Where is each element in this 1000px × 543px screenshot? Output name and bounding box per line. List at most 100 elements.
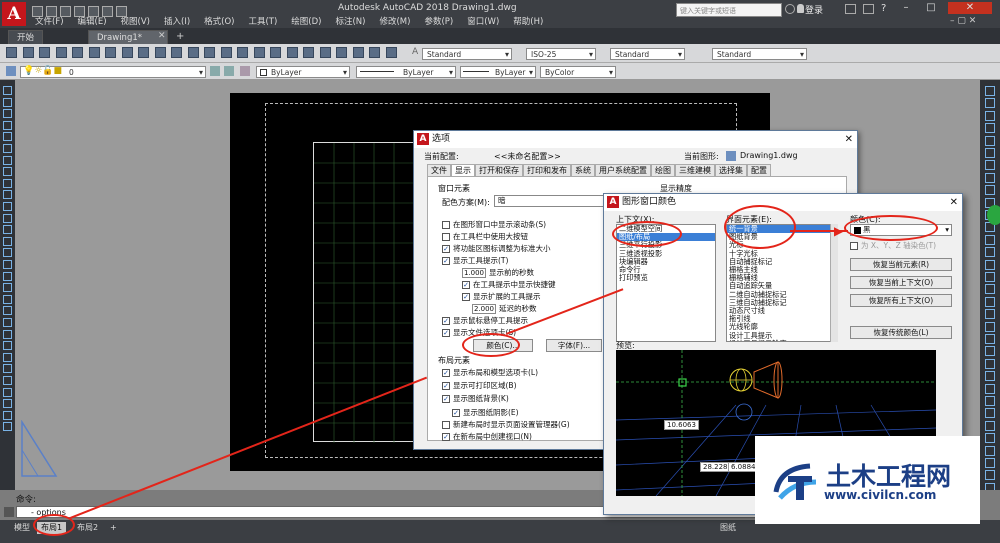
properties-icon[interactable] <box>286 47 298 58</box>
menu-item[interactable]: 文件(F) <box>28 16 71 28</box>
option-row[interactable]: 在工具提示中显示快捷键 <box>462 279 556 290</box>
draw-tool-icon[interactable] <box>3 155 12 165</box>
options-close-icon[interactable]: ✕ <box>845 131 853 148</box>
new-tab-icon[interactable]: + <box>176 30 184 44</box>
draw-tool-icon[interactable] <box>3 364 12 374</box>
tab-layout2[interactable]: 布局2 <box>73 522 102 534</box>
draw-tool-icon[interactable] <box>3 167 12 177</box>
new-layout-icon[interactable]: + <box>106 522 121 534</box>
modify-tool-icon[interactable] <box>985 172 995 183</box>
draw-tool-icon[interactable] <box>3 410 12 420</box>
layer-manager-icon[interactable] <box>6 66 16 76</box>
fonts-button[interactable]: 字体(F)... <box>546 339 602 352</box>
restore-classic-colors-button[interactable]: 恢复传统颜色(L) <box>850 326 952 339</box>
help-icon[interactable]: ? <box>881 3 886 14</box>
draw-tool-icon[interactable] <box>3 132 12 142</box>
paste-icon[interactable] <box>138 47 149 58</box>
plot-icon[interactable] <box>55 47 67 58</box>
option-checkbox[interactable] <box>442 316 450 325</box>
modify-tool-icon[interactable] <box>985 234 995 245</box>
draw-tool-icon[interactable] <box>3 294 12 304</box>
options-tab[interactable]: 显示 <box>451 164 475 176</box>
modify-tool-icon[interactable] <box>985 160 995 171</box>
modify-tool-icon[interactable] <box>985 396 995 406</box>
zoom-previous-icon[interactable] <box>270 47 281 58</box>
modify-tool-icon[interactable] <box>985 148 995 158</box>
option-row[interactable]: 在新布局中创建视口(N) <box>442 431 532 442</box>
option-checkbox[interactable] <box>442 232 450 241</box>
draw-tool-icon[interactable] <box>3 86 12 95</box>
autocad-app-icon[interactable]: A <box>2 2 26 26</box>
modify-tool-icon[interactable] <box>985 383 995 394</box>
tab-close-icon[interactable]: ✕ <box>158 31 166 41</box>
modify-tool-icon[interactable] <box>985 420 995 431</box>
matchprop-icon[interactable] <box>154 47 166 58</box>
copy-icon[interactable] <box>121 47 133 58</box>
modify-tool-icon[interactable] <box>985 86 995 96</box>
draw-tool-icon[interactable] <box>3 202 12 211</box>
quickcalc-icon[interactable] <box>369 47 380 58</box>
option-checkbox[interactable] <box>442 420 450 429</box>
minimize-button[interactable]: – <box>895 2 917 14</box>
undo-icon[interactable] <box>187 47 199 58</box>
option-checkbox[interactable] <box>442 220 450 229</box>
tab-model[interactable]: 模型 <box>10 522 34 534</box>
make-current-icon[interactable] <box>210 66 220 76</box>
text-style-select[interactable]: Standard <box>422 48 512 60</box>
draw-tool-icon[interactable] <box>3 144 12 153</box>
draw-tool-icon[interactable] <box>3 178 12 188</box>
modify-tool-icon[interactable] <box>985 272 995 282</box>
tooltip-delay-input[interactable]: 1.000 <box>462 267 486 278</box>
draw-tool-icon[interactable] <box>3 213 12 223</box>
color-scheme-select[interactable]: 暗 <box>494 195 614 207</box>
interface-element-item[interactable]: 设计工具提示轮廓 <box>727 339 837 341</box>
options-tab[interactable]: 选择集 <box>715 164 747 176</box>
restore-current-context-button[interactable]: 恢复当前上下文(O) <box>850 276 952 289</box>
option-row[interactable]: 在工具栏中使用大按钮 <box>442 231 528 242</box>
modify-tool-icon[interactable] <box>985 259 995 270</box>
context-item[interactable]: 打印预览 <box>617 274 715 282</box>
option-checkbox[interactable] <box>462 292 470 301</box>
modify-tool-icon[interactable] <box>985 445 995 456</box>
draw-tool-icon[interactable] <box>3 399 12 409</box>
cut-icon[interactable] <box>105 47 116 58</box>
menu-item[interactable]: 帮助(H) <box>506 16 550 28</box>
element-list-scrollbar[interactable] <box>830 224 838 342</box>
draw-tool-icon[interactable] <box>3 387 12 397</box>
option-row[interactable]: 显示图纸背景(K) <box>442 393 509 404</box>
option-row[interactable]: 在图形窗口中显示滚动条(S) <box>442 219 546 230</box>
tint-axis-checkbox[interactable] <box>850 241 858 250</box>
draw-tool-icon[interactable] <box>3 225 12 235</box>
pan-icon[interactable] <box>220 47 232 58</box>
zoom-realtime-icon[interactable] <box>237 47 248 58</box>
draw-tool-icon[interactable] <box>3 329 12 339</box>
markup-icon[interactable] <box>352 47 364 58</box>
draw-tool-icon[interactable] <box>3 260 12 269</box>
close-button[interactable]: ✕ <box>948 2 992 14</box>
draw-tool-icon[interactable] <box>3 97 12 107</box>
draw-tool-icon[interactable] <box>3 318 12 327</box>
save-icon[interactable] <box>39 47 50 58</box>
preview-icon[interactable] <box>72 47 83 58</box>
draw-tool-icon[interactable] <box>3 306 12 316</box>
modify-tool-icon[interactable] <box>985 185 995 196</box>
modify-tool-icon[interactable] <box>985 346 995 357</box>
options-tab[interactable]: 绘图 <box>651 164 675 176</box>
a360-icon[interactable] <box>863 4 874 14</box>
modify-tool-icon[interactable] <box>985 123 995 134</box>
paper-shadow-checkbox[interactable] <box>452 408 460 417</box>
option-checkbox[interactable] <box>442 432 450 441</box>
menu-item[interactable]: 编辑(E) <box>71 16 114 28</box>
login-link[interactable]: 登录 <box>805 3 823 16</box>
draw-tool-icon[interactable] <box>3 352 12 362</box>
search-input[interactable]: 键入关键字或短语 <box>676 3 782 17</box>
doc-window-controls[interactable]: – ▢ ✕ <box>950 16 976 26</box>
menu-item[interactable]: 标注(N) <box>328 16 372 28</box>
tint-axis-option[interactable]: 为 X、Y、Z 轴染色(T) <box>850 240 936 251</box>
block-editor-icon[interactable] <box>171 47 182 58</box>
draw-tool-icon[interactable] <box>3 283 12 293</box>
modify-tool-icon[interactable] <box>985 358 995 369</box>
menu-item[interactable]: 窗口(W) <box>460 16 506 28</box>
option-checkbox[interactable] <box>442 381 450 390</box>
menu-item[interactable]: 绘图(D) <box>284 16 328 28</box>
